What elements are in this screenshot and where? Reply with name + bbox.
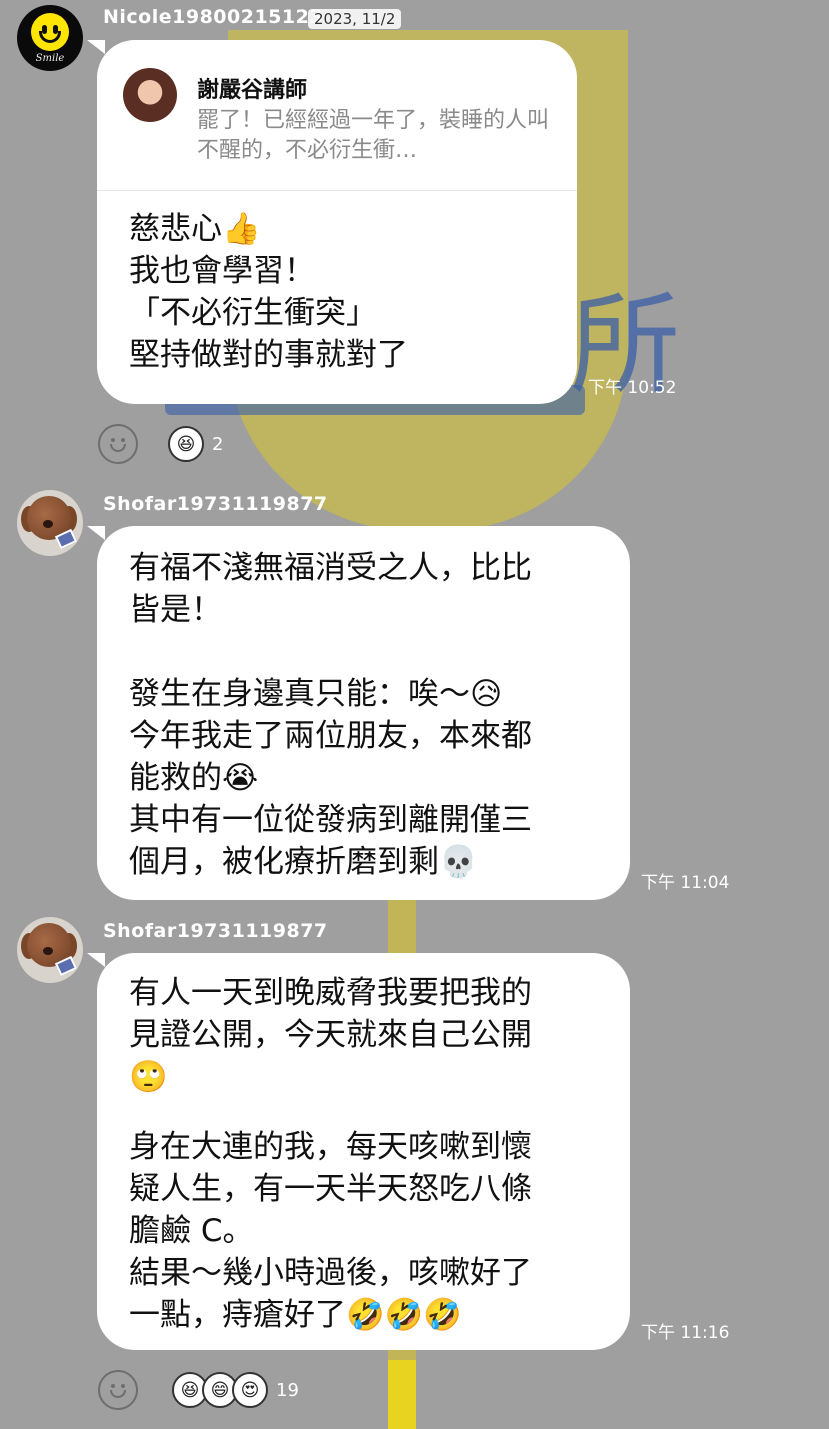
avatar-caption: Smile <box>35 53 65 64</box>
message-body: 慈悲心👍 我也會學習！ 「不必衍生衝突」 堅持做對的事就對了 <box>129 208 408 376</box>
message-time: 下午 11:04 <box>641 873 730 893</box>
message-line: 🙄 <box>129 1059 168 1095</box>
message-line: 發生在身邊真只能：唉～😥 <box>129 676 503 712</box>
message-line: 慈悲心👍 <box>129 211 261 247</box>
message-line <box>129 631 532 673</box>
message-body: 有人一天到晚威脅我要把我的 見證公開，今天就來自己公開 🙄 身在大連的我，每天咳… <box>129 972 532 1336</box>
message-line: 一點，痔瘡好了🤣🤣🤣 <box>129 1297 462 1333</box>
add-reaction-icon[interactable] <box>98 424 138 464</box>
message-line: 有福不淺無福消受之人，比比 <box>129 550 532 586</box>
message-time: 下午 10:52 <box>588 378 677 398</box>
reaction-row: 😆 2 <box>98 424 223 464</box>
bubble-tail <box>87 953 105 967</box>
message-line: 膽鹼 C。 <box>129 1213 254 1249</box>
avatar-dog[interactable] <box>17 490 83 556</box>
message-line: 今年我走了兩位朋友，本來都 <box>129 718 532 754</box>
message-line: 堅持做對的事就對了 <box>129 337 408 373</box>
message-line: 我也會學習！ <box>129 253 315 289</box>
reaction-count[interactable]: 19 <box>276 1380 299 1401</box>
heart-eyes-reaction-icon[interactable]: 😍 <box>232 1372 268 1408</box>
message-bubble[interactable]: 有人一天到晚威脅我要把我的 見證公開，今天就來自己公開 🙄 身在大連的我，每天咳… <box>87 953 630 1350</box>
background-pole-bottom <box>388 1360 416 1429</box>
message-line: 身在大連的我，每天咳嗽到懷 <box>129 1129 532 1165</box>
date-chip: 2023, 11/2 <box>308 9 402 29</box>
message-line: 皆是！ <box>129 592 222 628</box>
bubble-tail <box>87 526 105 540</box>
quoted-text: 罷了！已經經過一年了，裝睡的人叫不醒的，不必衍生衝… <box>197 108 550 163</box>
message-line: 能救的😭 <box>129 760 259 796</box>
smile-face-icon <box>31 13 69 51</box>
message-line: 其中有一位從發病到離開僅三 <box>129 802 532 838</box>
laugh-reaction-icon[interactable]: 😆 <box>168 426 204 462</box>
message-line: 個月，被化療折磨到剩💀 <box>129 844 478 880</box>
sender-name: Shofar19731119877 <box>103 493 328 515</box>
message-bubble[interactable]: 有福不淺無福消受之人，比比 皆是！ 發生在身邊真只能：唉～😥 今年我走了兩位朋友… <box>87 526 630 900</box>
message-line: 疑人生，有一天半天怒吃八條 <box>129 1171 532 1207</box>
add-reaction-icon[interactable] <box>98 1370 138 1410</box>
message-bubble[interactable]: 謝嚴谷講師 罷了！已經經過一年了，裝睡的人叫不醒的，不必衍生衝… 慈悲心👍 我也… <box>87 40 577 404</box>
message-line: 結果～幾小時過後，咳嗽好了 <box>129 1255 532 1291</box>
reaction-count[interactable]: 2 <box>212 434 223 455</box>
message-line: 「不必衍生衝突」 <box>129 295 377 331</box>
message-line: 有人一天到晚威脅我要把我的 <box>129 975 532 1011</box>
message-line <box>129 1098 532 1126</box>
message-body: 有福不淺無福消受之人，比比 皆是！ 發生在身邊真只能：唉～😥 今年我走了兩位朋友… <box>129 547 532 883</box>
sender-name: Shofar19731119877 <box>103 920 328 942</box>
reaction-row: 😆 😄 😍 19 <box>98 1370 299 1410</box>
quoted-name: 謝嚴谷講師 <box>197 78 308 103</box>
avatar-smile[interactable]: Smile <box>17 5 83 71</box>
message-time: 下午 11:16 <box>641 1323 730 1343</box>
sender-name: Nicole19800215123 <box>103 6 324 28</box>
quoted-avatar <box>123 68 177 122</box>
quoted-reply[interactable]: 謝嚴谷講師 罷了！已經經過一年了，裝睡的人叫不醒的，不必衍生衝… <box>97 40 577 191</box>
avatar-dog[interactable] <box>17 917 83 983</box>
message-line: 見證公開，今天就來自己公開 <box>129 1017 532 1053</box>
